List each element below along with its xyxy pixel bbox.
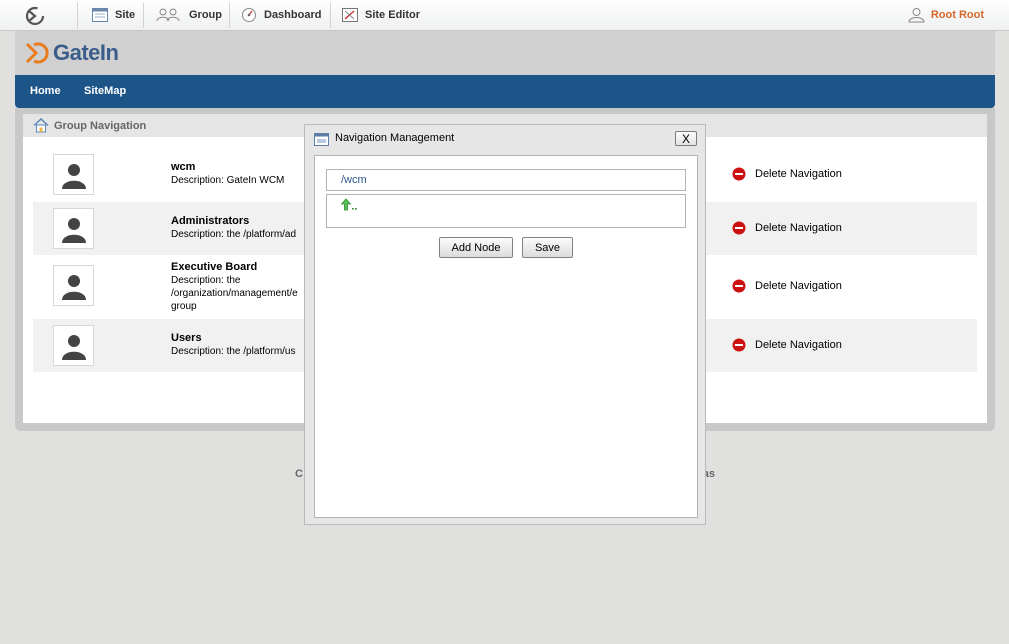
portal-banner: GateIn [15, 31, 995, 75]
delete-navigation-button[interactable]: Delete Navigation [732, 338, 842, 352]
save-label: Save [534, 241, 561, 254]
delete-navigation-label: Delete Navigation [755, 168, 842, 180]
user-silhouette-icon [61, 274, 86, 300]
group-description: Description: the /platform/us [171, 346, 296, 357]
delete-navigation-button[interactable]: Delete Navigation [732, 167, 842, 181]
save-button[interactable]: Save [522, 237, 573, 258]
site-icon [92, 8, 108, 22]
toolbar-site-editor-label: Site Editor [365, 9, 421, 21]
gatein-small-logo-icon [25, 6, 45, 26]
gatein-logo-button[interactable] [16, 2, 78, 29]
main-navigation: Home SiteMap [15, 75, 995, 108]
delete-navigation-label: Delete Navigation [755, 339, 842, 351]
add-node-button[interactable]: Add Node [439, 237, 513, 258]
toolbar-dashboard-label: Dashboard [264, 9, 322, 21]
delete-navigation-label: Delete Navigation [755, 280, 842, 292]
group-name: Executive Board [171, 261, 258, 273]
delete-navigation-button[interactable]: Delete Navigation [732, 279, 842, 293]
avatar [53, 325, 94, 366]
user-name: Root Root [930, 9, 984, 21]
nav-home[interactable]: Home [30, 75, 61, 108]
user-silhouette-icon [61, 334, 86, 360]
close-icon: X [681, 131, 690, 146]
group-name: wcm [171, 161, 196, 173]
group-name: Users [171, 332, 202, 344]
dialog-title: Navigation Management [335, 132, 455, 144]
add-node-label: Add Node [451, 241, 501, 254]
close-button[interactable]: X [675, 131, 697, 146]
top-toolbar: Site Group Dashboard Site Editor Root Ro… [0, 0, 1009, 31]
window-icon [314, 133, 329, 146]
user-icon [908, 8, 925, 23]
dashboard-icon [242, 8, 256, 22]
delete-navigation-label: Delete Navigation [755, 222, 842, 234]
nav-sitemap[interactable]: SiteMap [84, 75, 126, 108]
delete-icon [732, 279, 746, 293]
group-description: Description: GateIn WCM [171, 175, 285, 186]
toolbar-group-label: Group [189, 9, 222, 21]
group-description: Description: the /platform/ad [171, 229, 297, 240]
node-path[interactable]: /wcm [326, 169, 686, 191]
avatar [53, 154, 94, 195]
group-description: Description: the /organization/managemen… [171, 275, 298, 312]
site-editor-icon [342, 8, 358, 22]
delete-icon [732, 167, 746, 181]
delete-icon [732, 221, 746, 235]
avatar [53, 208, 94, 249]
home-icon [33, 118, 49, 133]
user-silhouette-icon [61, 163, 86, 189]
node-tree [326, 194, 686, 228]
group-name: Administrators [171, 215, 250, 227]
toolbar-dashboard[interactable]: Dashboard [241, 0, 321, 30]
user-silhouette-icon [61, 217, 86, 243]
dialog-body: /wcm Add Node Save [314, 155, 698, 518]
delete-navigation-button[interactable]: Delete Navigation [732, 221, 842, 235]
toolbar-site[interactable]: Site [92, 0, 135, 30]
toolbar-site-label: Site [115, 9, 136, 21]
navigation-management-dialog: Navigation Management X /wcm Add Node Sa… [304, 124, 706, 525]
up-level-icon[interactable] [341, 198, 359, 211]
user-menu[interactable]: Root Root [908, 0, 984, 30]
avatar [53, 265, 94, 306]
group-icon [156, 8, 180, 22]
panel-title: Group Navigation [54, 119, 147, 132]
toolbar-site-editor[interactable]: Site Editor [342, 0, 420, 30]
gatein-logo-icon [25, 42, 49, 64]
brand-logo[interactable]: GateIn [25, 40, 119, 66]
toolbar-group[interactable]: Group [156, 0, 222, 30]
delete-icon [732, 338, 746, 352]
footer-text-left: C [295, 468, 303, 480]
brand-name: GateIn [53, 40, 119, 65]
